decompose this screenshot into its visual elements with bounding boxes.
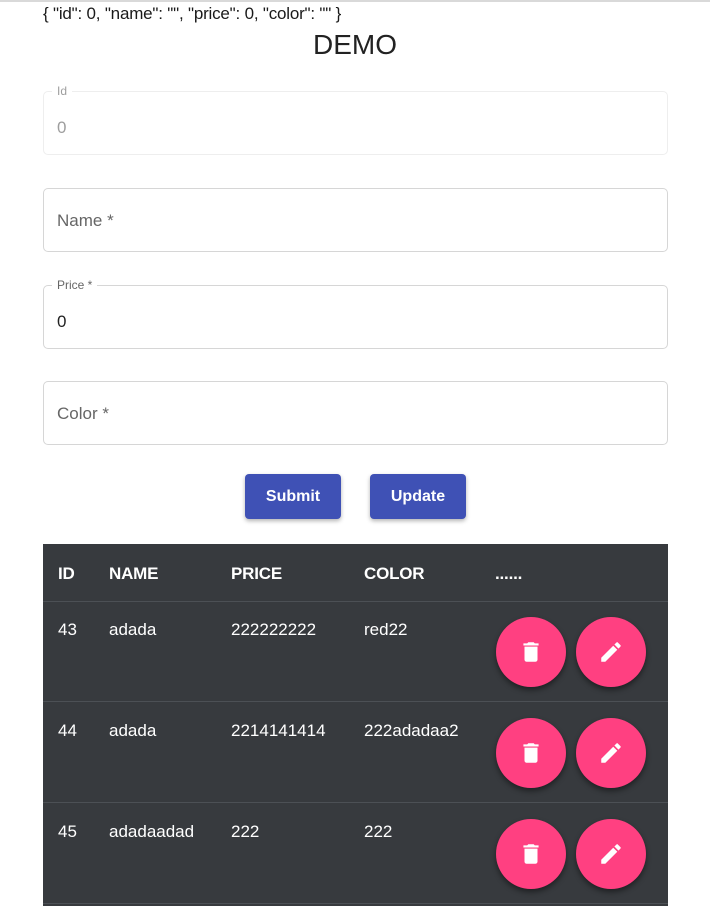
edit-button[interactable] <box>576 617 646 687</box>
submit-button[interactable]: Submit <box>245 474 341 519</box>
color-field-placeholder: Color * <box>57 404 109 423</box>
color-field[interactable]: Color * <box>43 381 668 445</box>
price-field[interactable]: Price * 0 <box>43 278 668 349</box>
price-field-value: 0 <box>57 312 67 331</box>
delete-button[interactable] <box>496 718 566 788</box>
id-field-value: 0 <box>57 118 67 137</box>
edit-button[interactable] <box>576 718 646 788</box>
table-row: 44 adada 2214141414 222adadaa2 <box>43 702 668 803</box>
pencil-icon <box>601 844 621 864</box>
table-header: ID NAME PRICE COLOR ...... <box>43 544 668 602</box>
delete-button[interactable] <box>496 819 566 889</box>
cell-color: 222adadaa2 <box>364 721 459 740</box>
pencil-icon <box>601 743 621 763</box>
cell-id: 44 <box>58 721 77 740</box>
cell-price: 2214141414 <box>231 721 326 740</box>
cell-price: 222 <box>231 822 260 841</box>
delete-icon <box>523 642 539 662</box>
delete-button[interactable] <box>496 617 566 687</box>
table-row: 43 adada 222222222 red22 <box>43 601 668 702</box>
cell-name: adadaadad <box>109 822 195 841</box>
cell-name: adada <box>109 620 157 639</box>
cell-color: red22 <box>364 620 408 639</box>
name-field[interactable]: Name * <box>43 188 668 252</box>
products-table: ID NAME PRICE COLOR ...... 43 adada 2222… <box>43 544 668 906</box>
column-header-actions: ...... <box>495 564 523 583</box>
cell-name: adada <box>109 721 157 740</box>
page-title: DEMO <box>313 29 397 60</box>
model-json-output: { "id": 0, "name": "", "price": 0, "colo… <box>43 4 342 23</box>
pencil-icon <box>601 642 621 662</box>
column-header-id: ID <box>58 564 75 583</box>
update-button[interactable]: Update <box>370 474 466 519</box>
cell-price: 222222222 <box>231 620 317 639</box>
table-row: 45 adadaadad 222 222 <box>43 803 668 904</box>
top-divider <box>0 0 710 2</box>
column-header-price: PRICE <box>231 564 282 583</box>
delete-icon <box>523 743 539 763</box>
delete-icon <box>523 844 539 864</box>
cell-id: 43 <box>58 620 77 639</box>
column-header-name: NAME <box>109 564 159 583</box>
edit-button[interactable] <box>576 819 646 889</box>
cell-color: 222 <box>364 822 393 841</box>
id-field: Id 0 <box>43 84 668 155</box>
name-field-placeholder: Name * <box>57 211 114 230</box>
cell-id: 45 <box>58 822 77 841</box>
column-header-color: COLOR <box>364 564 425 583</box>
